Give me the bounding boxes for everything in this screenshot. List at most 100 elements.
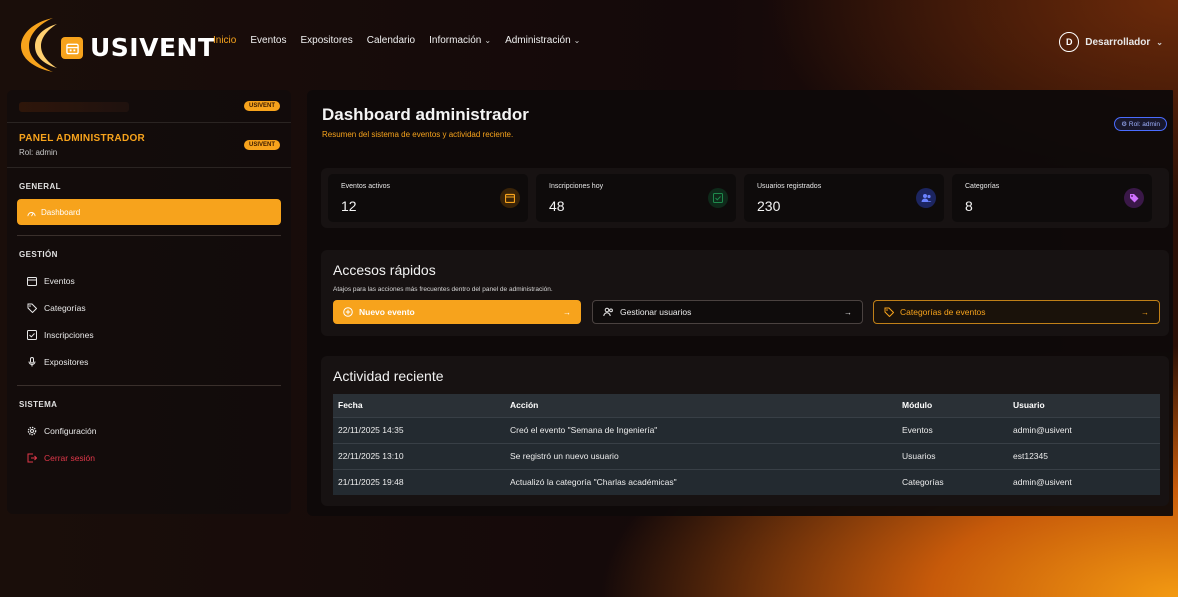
cell-modulo: Usuarios xyxy=(897,442,1008,469)
cell-modulo: Categorías xyxy=(897,468,1008,495)
stat-value: 8 xyxy=(965,198,973,214)
cell-modulo: Eventos xyxy=(897,416,1008,443)
sidebar-item-expositores[interactable]: Expositores xyxy=(7,348,291,375)
manage-users-label: Gestionar usuarios xyxy=(620,307,692,317)
cell-usuario: admin@usivent xyxy=(1008,416,1160,443)
column-header-modulo: Módulo xyxy=(897,394,1008,417)
stat-label: Usuarios registrados xyxy=(757,183,822,190)
new-event-button[interactable]: Nuevo evento → xyxy=(333,300,581,324)
nav-administracion-dropdown[interactable]: Administración ⌄ xyxy=(505,35,580,46)
logout-icon xyxy=(27,453,37,463)
checklist-icon xyxy=(27,329,37,340)
chevron-down-icon: ⌄ xyxy=(573,36,581,45)
nav-informacion-dropdown[interactable]: Información ⌄ xyxy=(429,35,491,46)
stat-label: Categorías xyxy=(965,183,1000,190)
page-title: Dashboard administrador xyxy=(322,105,529,124)
tag-icon xyxy=(1124,188,1144,208)
cell-usuario: admin@usivent xyxy=(1008,468,1160,495)
sidebar-item-logout[interactable]: Cerrar sesión xyxy=(7,444,291,471)
column-header-fecha: Fecha xyxy=(333,394,505,417)
chevron-down-icon: ⌄ xyxy=(484,36,492,45)
sidebar-item-inscripciones[interactable]: Inscripciones xyxy=(7,321,291,348)
user-name: Desarrollador xyxy=(1085,36,1151,48)
cell-accion: Actualizó la categoría "Charlas académic… xyxy=(505,468,897,495)
sidebar-item-label: Dashboard xyxy=(41,207,81,217)
stat-card-inscripciones-hoy: Inscripciones hoy 48 xyxy=(536,174,736,222)
cell-fecha: 21/11/2025 19:48 xyxy=(333,468,505,495)
main-nav: Inicio Eventos Expositores Calendario In… xyxy=(213,35,580,46)
nav-expositores-label: Expositores xyxy=(300,35,353,46)
usivent-badge: USIVENT xyxy=(243,101,280,111)
logo-swoosh-icon xyxy=(21,18,57,72)
brand-name: USIVENT xyxy=(90,33,216,62)
sidebar-item-label: Inscripciones xyxy=(44,329,94,340)
nav-informacion-label: Información xyxy=(429,35,482,46)
sidebar-item-label: Categorías xyxy=(44,302,86,313)
table-header-row: Fecha Acción Módulo Usuario xyxy=(333,394,1160,417)
stat-card-eventos-activos: Eventos activos 12 xyxy=(328,174,528,222)
sidebar-item-categorias[interactable]: Categorías xyxy=(7,294,291,321)
manage-users-button[interactable]: Gestionar usuarios → xyxy=(592,300,863,324)
sidebar-item-configuracion[interactable]: Configuración xyxy=(7,417,291,444)
nav-expositores[interactable]: Expositores xyxy=(301,35,353,46)
page-subtitle: Resumen del sistema de eventos y activid… xyxy=(322,130,514,139)
users-icon xyxy=(916,188,936,208)
quick-access-subtitle: Atajos para las acciones más frecuentes … xyxy=(333,286,553,293)
nav-eventos[interactable]: Eventos xyxy=(250,35,286,46)
event-categories-label: Categorías de eventos xyxy=(900,307,986,317)
nav-administracion-label: Administración xyxy=(505,35,571,46)
recent-activity-title: Actividad reciente xyxy=(333,368,444,384)
nav-calendario[interactable]: Calendario xyxy=(367,35,415,46)
usivent-badge: USIVENT xyxy=(243,140,280,150)
role-badge: ⚙ Rol: admin xyxy=(1114,117,1167,131)
stat-label: Eventos activos xyxy=(341,183,391,190)
sidebar-header: USIVENT xyxy=(7,90,291,123)
nav-inicio[interactable]: Inicio xyxy=(213,35,236,46)
cell-usuario: est12345 xyxy=(1008,442,1160,469)
calendar-icon xyxy=(500,188,520,208)
sidebar-item-eventos[interactable]: Eventos xyxy=(7,267,291,294)
plus-circle-icon xyxy=(343,307,353,317)
sidebar-item-label: Configuración xyxy=(44,425,97,436)
checklist-icon xyxy=(708,188,728,208)
stat-value: 230 xyxy=(757,198,781,214)
arrow-right-icon: → xyxy=(844,307,852,317)
arrow-right-icon: → xyxy=(1141,307,1149,317)
quick-access-title: Accesos rápidos xyxy=(333,262,436,278)
gear-icon xyxy=(27,426,37,436)
calendar-icon xyxy=(61,37,83,59)
nav-inicio-label: Inicio xyxy=(213,35,237,46)
sidebar-header-blur xyxy=(19,102,129,112)
brand-logo[interactable]: USIVENT xyxy=(15,14,215,74)
stats-panel: Eventos activos 12 Inscripciones hoy 48 … xyxy=(321,168,1169,228)
table-row: 22/11/2025 13:10 Se registró un nuevo us… xyxy=(333,442,1160,469)
main-content: Dashboard administrador Resumen del sist… xyxy=(307,90,1173,516)
stat-value: 12 xyxy=(341,198,357,214)
users-icon xyxy=(603,307,613,317)
user-menu[interactable]: D Desarrollador ⌄ xyxy=(1059,32,1163,52)
sidebar-section-general: GENERAL xyxy=(19,182,61,191)
sidebar-panel-info: PANEL ADMINISTRADOR Rol: admin USIVENT xyxy=(7,123,291,168)
nav-eventos-label: Eventos xyxy=(250,35,287,46)
arrow-right-icon: → xyxy=(563,307,571,317)
activity-table: Fecha Acción Módulo Usuario 22/11/2025 1… xyxy=(333,394,1160,495)
sidebar-item-label: Eventos xyxy=(44,275,75,286)
recent-activity-panel: Actividad reciente Fecha Acción Módulo U… xyxy=(321,356,1169,506)
sidebar-item-dashboard[interactable]: Dashboard xyxy=(17,199,281,225)
microphone-icon xyxy=(27,356,37,367)
app-frame: USIVENT Inicio Eventos Expositores Calen… xyxy=(7,8,1173,597)
column-header-usuario: Usuario xyxy=(1008,394,1160,417)
sidebar-section-sistema: SISTEMA xyxy=(19,400,58,409)
event-categories-button[interactable]: Categorías de eventos → xyxy=(873,300,1160,324)
table-row: 22/11/2025 14:35 Creó el evento "Semana … xyxy=(333,416,1160,443)
sidebar-item-label: Expositores xyxy=(44,356,89,367)
panel-title: PANEL ADMINISTRADOR xyxy=(19,133,146,144)
dashboard-icon xyxy=(27,211,36,216)
new-event-label: Nuevo evento xyxy=(359,307,415,317)
role-badge-label: Rol: admin xyxy=(1128,121,1160,128)
avatar: D xyxy=(1059,32,1080,52)
column-header-accion: Acción xyxy=(505,394,897,417)
stat-value: 48 xyxy=(549,198,565,214)
sidebar-section-gestion: GESTIÓN xyxy=(19,250,58,259)
quick-access-panel: Accesos rápidos Atajos para las acciones… xyxy=(321,250,1169,336)
